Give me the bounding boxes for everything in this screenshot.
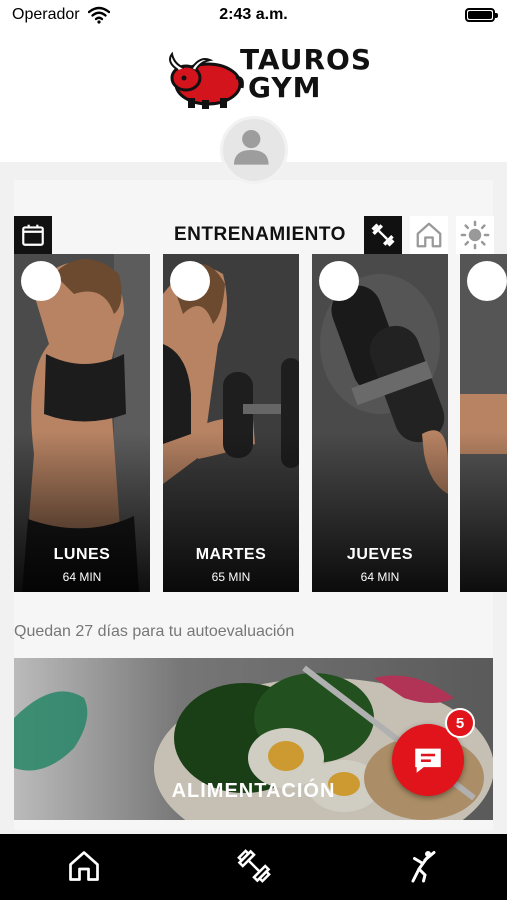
logo-line-2: GYM (248, 71, 322, 104)
mode-outdoor-button[interactable] (456, 216, 494, 254)
training-header: ENTRENAMIENTO (14, 216, 507, 254)
mode-home-button[interactable] (410, 216, 448, 254)
tab-training[interactable] (234, 846, 274, 886)
avatar[interactable] (220, 116, 288, 184)
tab-stretching[interactable] (402, 846, 442, 886)
battery-icon (465, 8, 498, 22)
sun-icon (460, 220, 490, 250)
self-evaluation-countdown: Quedan 27 días para tu autoevaluación (14, 623, 295, 640)
tab-home[interactable] (64, 846, 104, 886)
calendar-icon (22, 224, 44, 246)
chat-icon (415, 748, 441, 773)
card-day: MARTES (195, 546, 267, 563)
completion-toggle[interactable] (21, 261, 61, 301)
home-icon (69, 851, 99, 881)
workout-carousel[interactable]: LUNES 64 MIN MARTES 65 MIN JUEVES 64 MIN (14, 254, 507, 592)
card-duration: 65 MIN (211, 570, 251, 584)
stretching-icon (411, 851, 436, 883)
user-icon (233, 129, 269, 165)
workout-card-next[interactable] (460, 254, 507, 592)
card-day: LUNES (53, 546, 111, 563)
bottom-tab-bar (0, 834, 507, 900)
completion-toggle[interactable] (319, 261, 359, 301)
completion-toggle[interactable] (467, 261, 507, 301)
tauros-gym-logo: TAUROS GYM (164, 44, 371, 110)
section-title: ENTRENAMIENTO (174, 224, 346, 245)
bull-icon (169, 51, 244, 109)
calendar-button[interactable] (14, 216, 52, 254)
card-duration: 64 MIN (62, 570, 102, 584)
status-time: 2:43 a.m. (219, 6, 288, 23)
dumbbell-icon (371, 223, 395, 247)
status-bar: Operador 2:43 a.m. (0, 0, 507, 32)
completion-toggle[interactable] (170, 261, 210, 301)
card-day: JUEVES (346, 546, 414, 563)
workout-card-jueves[interactable]: JUEVES 64 MIN (312, 254, 448, 592)
workout-card-martes[interactable]: MARTES 65 MIN (163, 254, 299, 592)
app-header: TAUROS GYM (0, 32, 507, 184)
card-duration: 64 MIN (360, 570, 400, 584)
logo-text: TAUROS GYM (240, 46, 372, 102)
chat-badge: 5 (445, 708, 475, 738)
mode-gym-button[interactable] (364, 216, 402, 254)
home-icon (416, 222, 442, 248)
workout-card-lunes[interactable]: LUNES 64 MIN (14, 254, 150, 592)
dumbbell-icon (237, 849, 271, 883)
